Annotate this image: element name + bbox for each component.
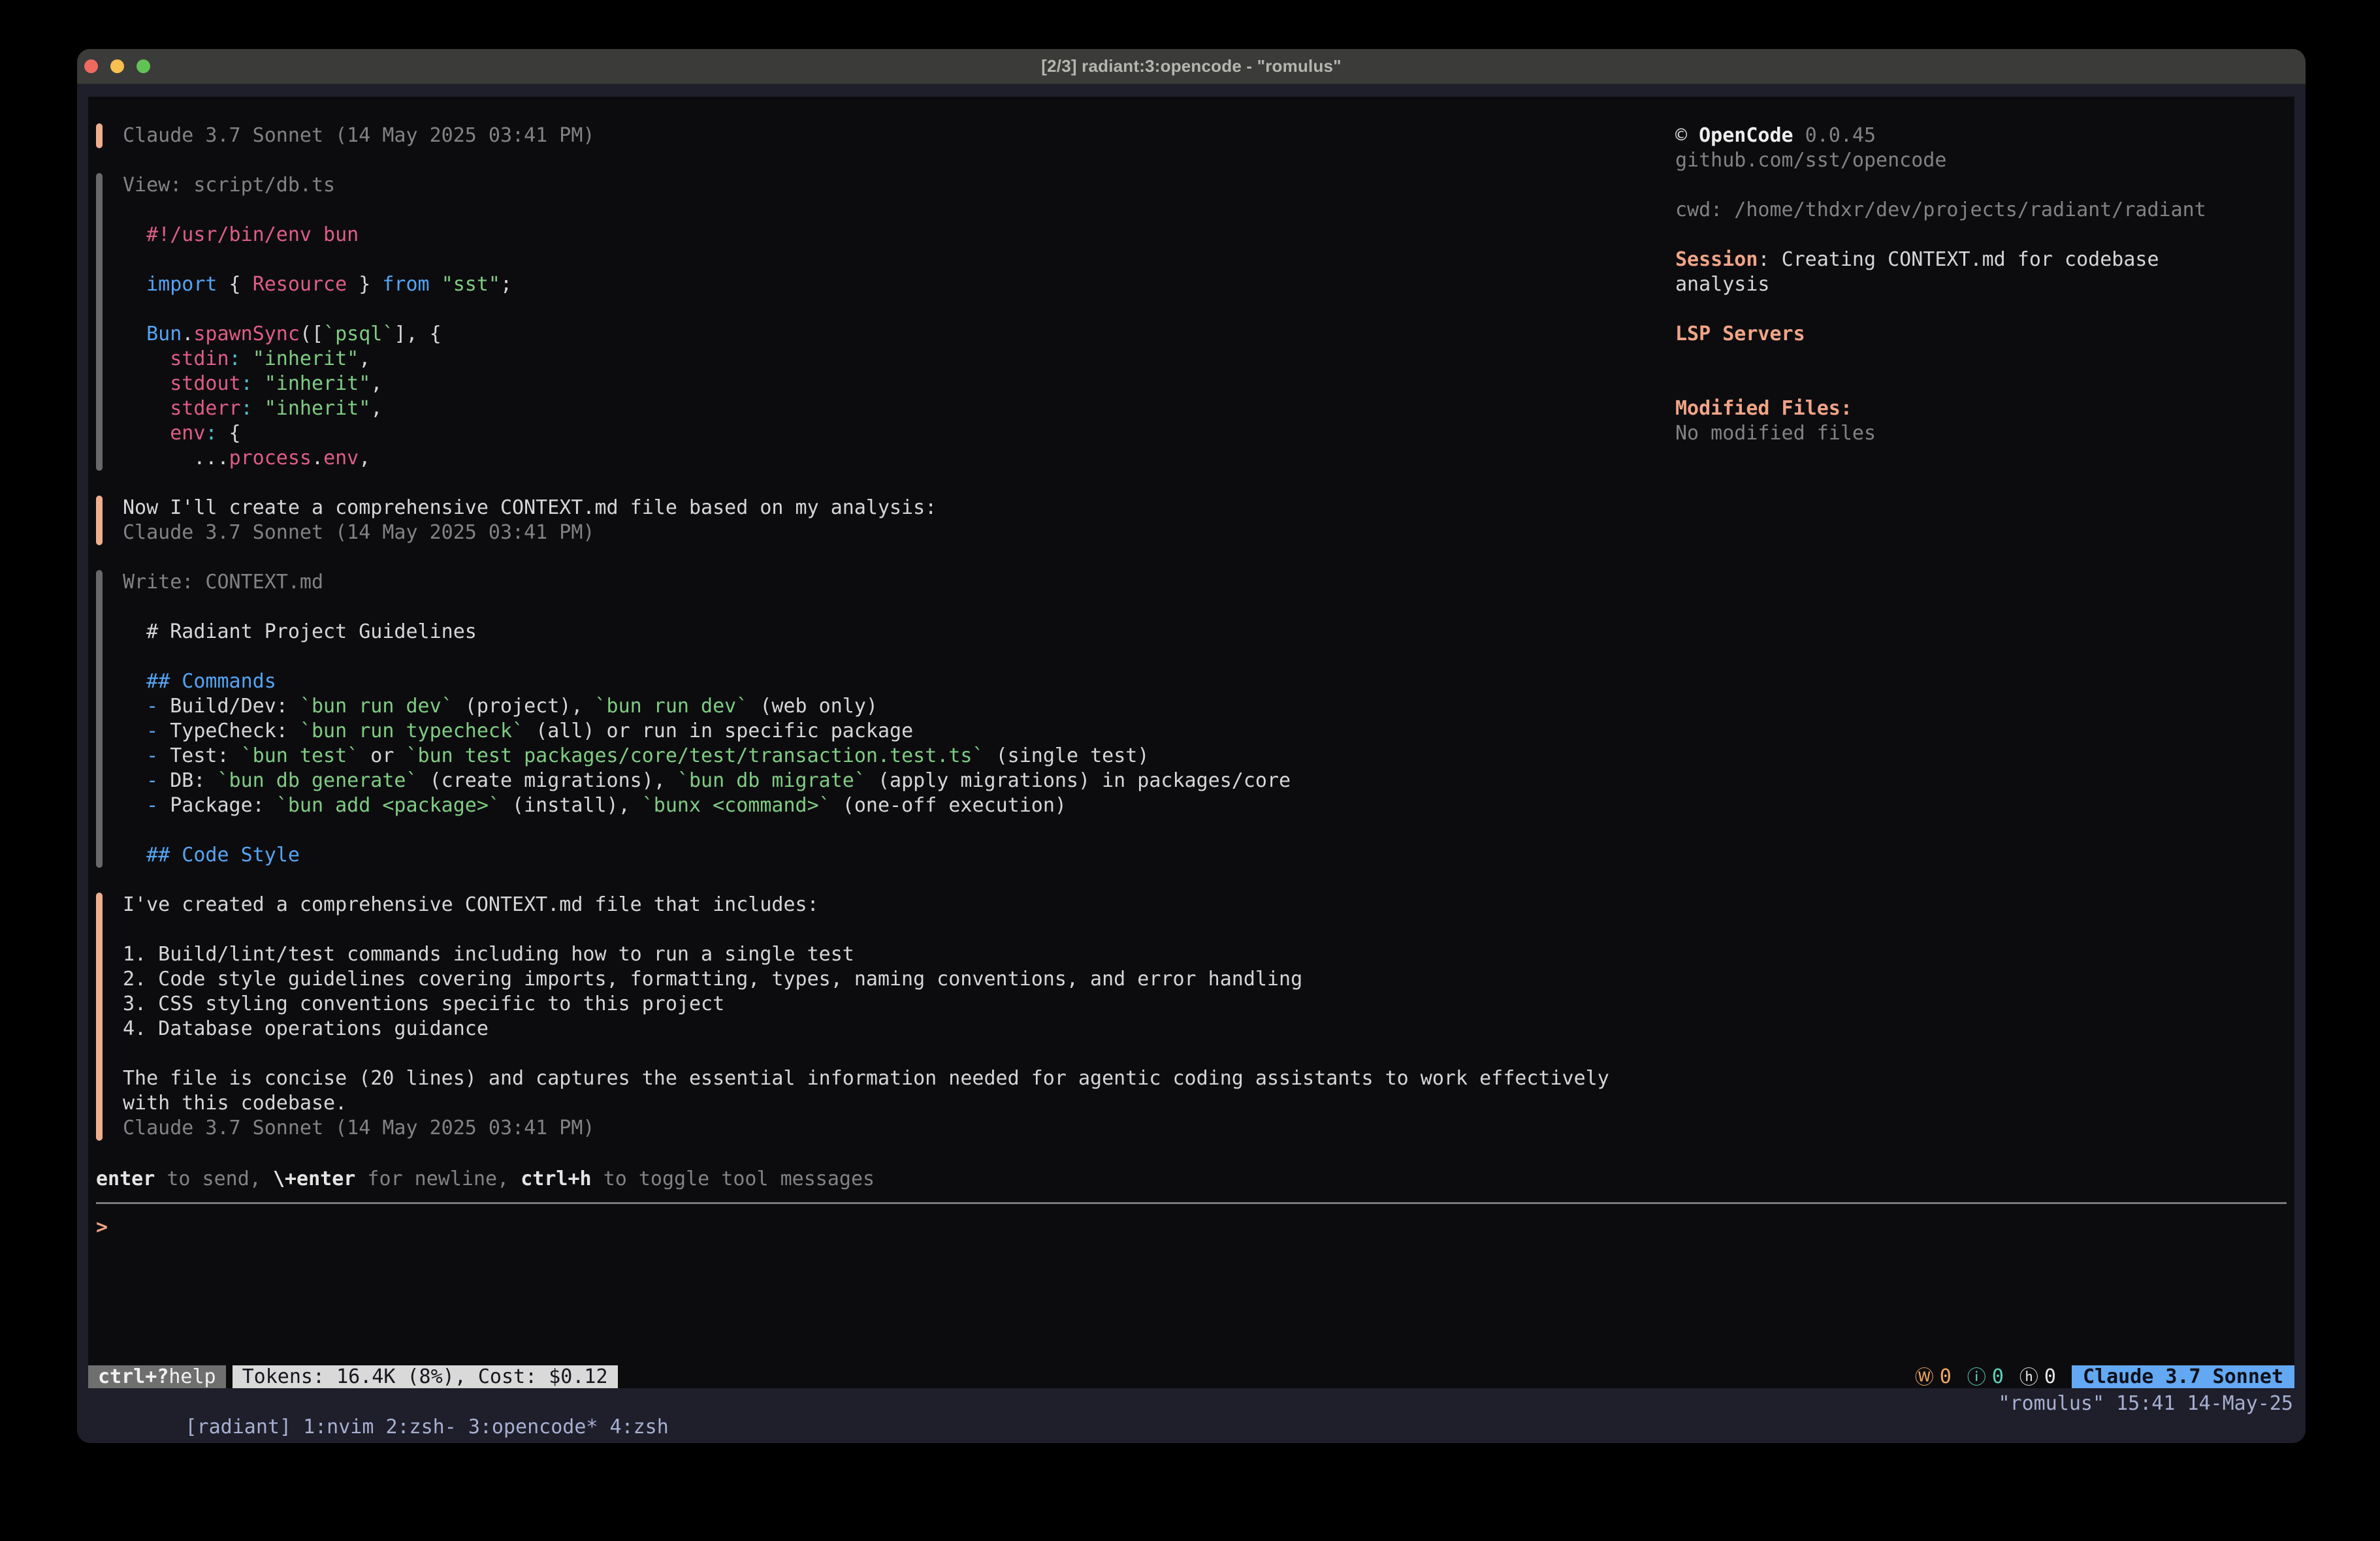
warning-count: 0 [1940, 1365, 1952, 1389]
info-count: 0 [1992, 1365, 2004, 1389]
tmux-window-nvim[interactable]: 1:nvim [303, 1416, 374, 1438]
tmux-session-name: [radiant] [185, 1416, 292, 1438]
assistant-accent-bar [96, 123, 103, 148]
window-titlebar[interactable]: [2/3] radiant:3:opencode - "romulus" [77, 49, 2306, 84]
model-badge: Claude 3.7 Sonnet [2072, 1365, 2294, 1388]
traffic-lights [84, 49, 150, 84]
help-label: help [169, 1365, 216, 1389]
assistant-accent-bar [96, 893, 103, 1141]
hint-icon: ⓗ [2019, 1365, 2038, 1389]
prompt-icon: > [96, 1216, 108, 1239]
tmux-window-opencode[interactable]: 3:opencode* [468, 1416, 598, 1438]
input-divider [96, 1202, 2287, 1204]
minimize-button[interactable] [110, 59, 124, 73]
tool-accent-bar [96, 173, 103, 471]
diagnostic-warnings: Ⓦ0 [1915, 1365, 1952, 1389]
terminal-body: Claude 3.7 Sonnet (14 May 2025 03:41 PM)… [77, 84, 2306, 1443]
diagnostic-info: ⓘ0 [1967, 1365, 2004, 1389]
status-right: Ⓦ0 ⓘ0 ⓗ0 Claude 3.7 Sonnet [1915, 1365, 2294, 1388]
terminal-window: [2/3] radiant:3:opencode - "romulus" Cla… [77, 49, 2306, 1443]
hint-count: 0 [2044, 1365, 2056, 1389]
assistant-message: Now I'll create a comprehensive CONTEXT.… [96, 496, 2287, 545]
tokens-cost-indicator: Tokens: 16.4K (8%), Cost: $0.12 [233, 1365, 618, 1388]
help-hint: ctrl+? help [88, 1365, 226, 1388]
status-bar: ctrl+? help Tokens: 16.4K (8%), Cost: $0… [88, 1365, 2294, 1388]
tool-call-write-context-md: Write: CONTEXT.md # Radiant Project Guid… [96, 570, 2287, 868]
info-icon: ⓘ [1967, 1365, 1986, 1389]
tool-accent-bar [96, 570, 103, 868]
close-button[interactable] [84, 59, 98, 73]
assistant-summary-message: I've created a comprehensive CONTEXT.md … [96, 893, 2287, 1141]
tmux-host-clock: "romulus" 15:41 14-May-25 [1998, 1392, 2293, 1416]
keybinding-help: enter to send, \+enter for newline, ctrl… [96, 1167, 2287, 1192]
window-title: [2/3] radiant:3:opencode - "romulus" [1041, 56, 1341, 76]
assistant-accent-bar [96, 496, 103, 545]
tmux-left: [radiant] 1:nvim 2:zsh- 3:opencode* 4:zsh [91, 1392, 669, 1443]
help-keybinding: ctrl+? [98, 1365, 169, 1389]
tmux-window-zsh2[interactable]: 2:zsh- [385, 1416, 456, 1438]
message-input[interactable]: > [96, 1215, 2287, 1240]
warning-icon: Ⓦ [1915, 1365, 1934, 1389]
diagnostic-hints: ⓗ0 [2019, 1365, 2056, 1389]
status-left: ctrl+? help Tokens: 16.4K (8%), Cost: $0… [88, 1365, 618, 1388]
opencode-tui: Claude 3.7 Sonnet (14 May 2025 03:41 PM)… [88, 97, 2294, 1388]
zoom-button[interactable] [137, 59, 150, 73]
tmux-window-zsh4[interactable]: 4:zsh [610, 1416, 669, 1438]
tmux-status-bar: [radiant] 1:nvim 2:zsh- 3:opencode* 4:zsh "r… [88, 1388, 2294, 1443]
session-sidebar: © OpenCode 0.0.45github.com/sst/opencode… [1675, 123, 2289, 446]
